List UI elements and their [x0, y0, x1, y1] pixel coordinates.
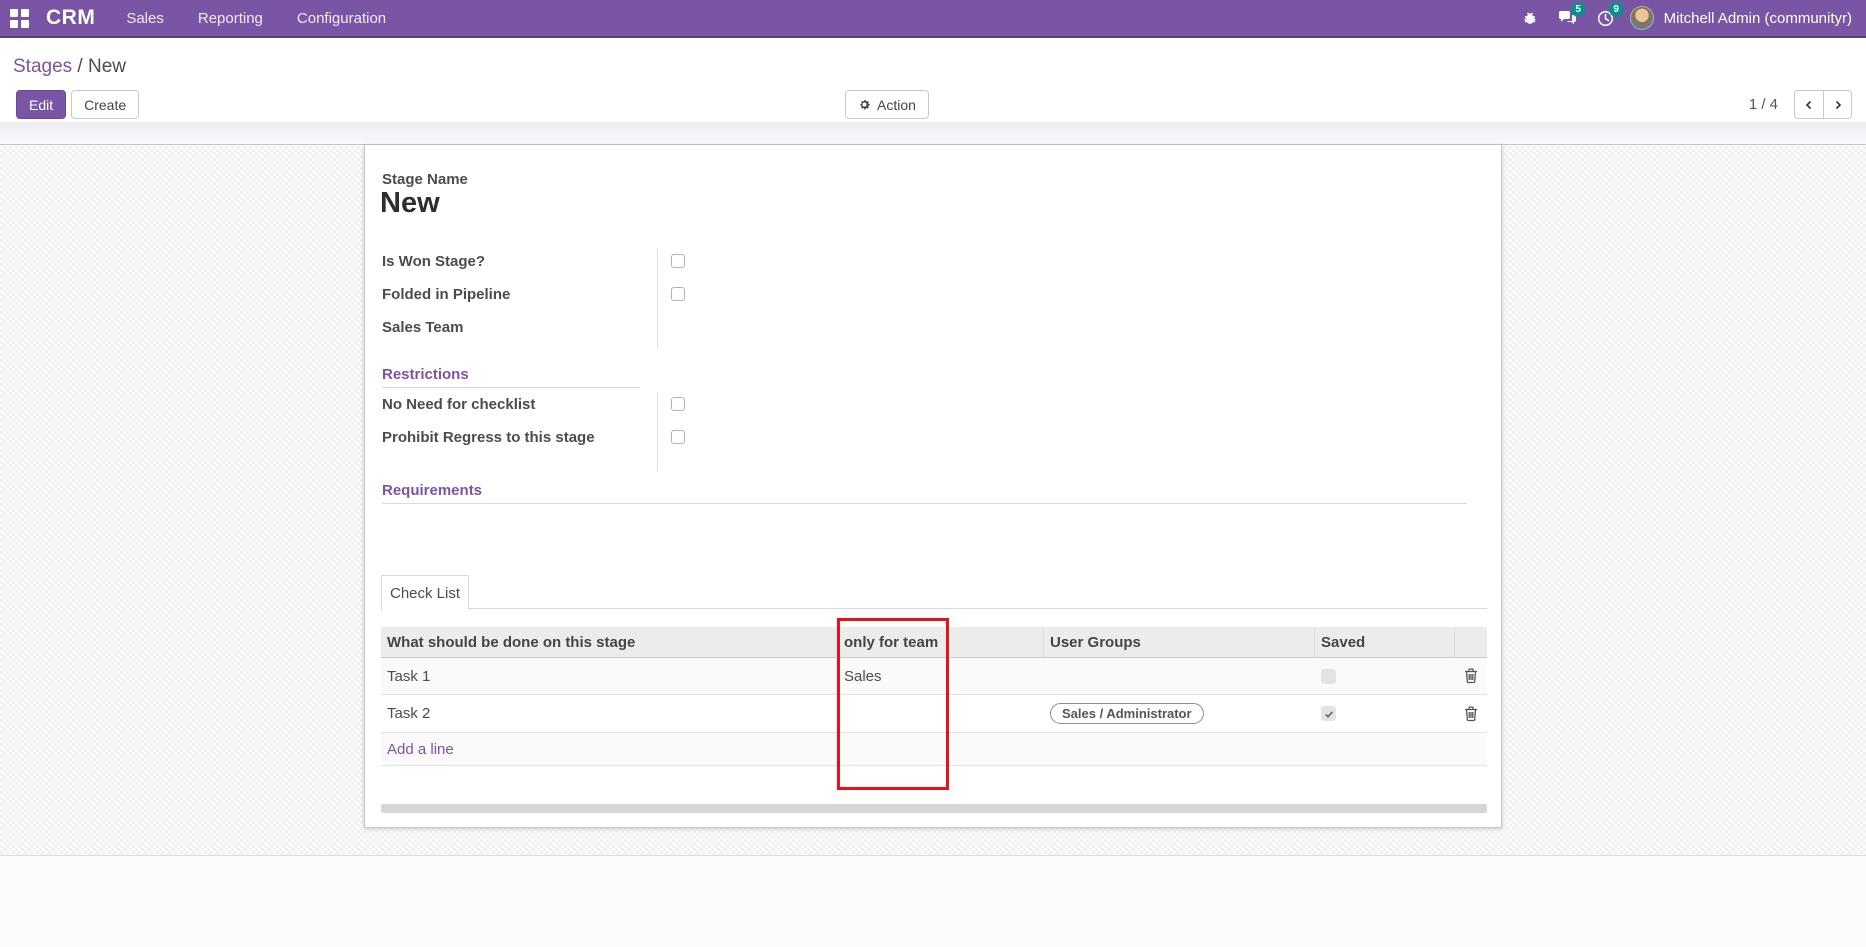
pager-next-button[interactable] [1823, 90, 1852, 119]
tab-check-list[interactable]: Check List [381, 575, 469, 610]
chevron-right-icon [1835, 100, 1841, 109]
add-a-line-link[interactable]: Add a line [387, 741, 454, 758]
cell-user-groups[interactable]: Sales / Administrator [1044, 703, 1315, 724]
trash-icon [1465, 668, 1477, 684]
user-group-badge: Sales / Administrator [1050, 703, 1204, 724]
pager-previous-button[interactable] [1794, 90, 1823, 119]
screen: CRM Sales Reporting Configuration 5 9 Mi… [0, 0, 1866, 947]
table-row[interactable]: Task 1 Sales [381, 658, 1487, 695]
no-checklist-checkbox[interactable] [671, 397, 685, 411]
breadcrumb-stages-link[interactable]: Stages [13, 56, 72, 77]
chevron-left-icon [1805, 100, 1812, 109]
header-actions [1455, 627, 1487, 657]
form-sheet: Stage Name New Is Won Stage? Folded in P… [364, 145, 1502, 828]
notebook-border [381, 608, 1487, 609]
saved-checkbox[interactable] [1321, 668, 1336, 684]
sales-team-label: Sales Team [382, 319, 464, 336]
prohibit-regress-checkbox[interactable] [671, 430, 685, 444]
cell-task[interactable]: Task 2 [381, 705, 838, 722]
table-row[interactable]: Task 2 Sales / Administrator [381, 695, 1487, 733]
header-only-for-team[interactable]: only for team [838, 627, 1044, 657]
apps-menu-button[interactable] [0, 0, 38, 37]
table-header-row: What should be done on this stage only f… [381, 627, 1487, 658]
checklist-table: What should be done on this stage only f… [381, 627, 1487, 766]
debug-bug-icon[interactable] [1516, 4, 1544, 32]
delete-row-button[interactable] [1462, 666, 1480, 686]
user-name[interactable]: Mitchell Admin (communityr) [1664, 10, 1852, 27]
requirements-title: Requirements [382, 482, 483, 499]
menu-item-reporting[interactable]: Reporting [181, 0, 280, 36]
activities-badge: 9 [1608, 2, 1624, 17]
header-saved[interactable]: Saved [1315, 627, 1455, 657]
messages-icon[interactable]: 5 [1554, 2, 1586, 32]
action-button[interactable]: Action [845, 90, 929, 119]
field-separator-line-2 [657, 392, 658, 471]
pager-value: 1 / 4 [1748, 96, 1778, 113]
trash-icon [1465, 705, 1477, 721]
activities-clock-icon[interactable]: 9 [1592, 2, 1624, 32]
control-buttons-left: Edit Create [16, 90, 140, 119]
cell-team[interactable]: Sales [838, 668, 1044, 685]
folded-checkbox[interactable] [671, 287, 685, 301]
check-icon [1324, 710, 1333, 718]
requirements-underline [382, 503, 1467, 504]
restrictions-title: Restrictions [382, 366, 469, 383]
cell-task[interactable]: Task 1 [381, 668, 838, 685]
control-buttons-center: Action [845, 90, 929, 119]
app-title[interactable]: CRM [46, 6, 95, 30]
cell-actions [1455, 666, 1487, 686]
saved-checkbox-checked[interactable] [1321, 706, 1336, 721]
gear-icon [860, 100, 870, 110]
cell-saved[interactable] [1315, 668, 1455, 684]
status-strip [0, 122, 1866, 145]
content-divider [0, 855, 1866, 856]
edit-button[interactable]: Edit [16, 90, 67, 119]
action-button-label: Action [877, 96, 916, 113]
header-task[interactable]: What should be done on this stage [381, 627, 838, 657]
restrictions-underline [382, 387, 640, 388]
control-panel: Stages / New Edit Create Action 1 / 4 [0, 40, 1866, 122]
breadcrumb-separator: / [72, 56, 88, 77]
no-checklist-label: No Need for checklist [382, 396, 536, 413]
field-separator-line-1 [657, 249, 658, 348]
add-line-row: Add a line [381, 733, 1487, 766]
main-menu: Sales Reporting Configuration [109, 0, 403, 36]
table-horizontal-scrollbar[interactable] [381, 804, 1487, 813]
content-footer-area [0, 856, 1866, 947]
is-won-checkbox[interactable] [671, 254, 685, 268]
cell-saved[interactable] [1315, 706, 1455, 721]
breadcrumb-current: New [88, 56, 127, 77]
menu-item-configuration[interactable]: Configuration [280, 0, 403, 36]
pager: 1 / 4 [1749, 90, 1852, 119]
menu-item-sales[interactable]: Sales [109, 0, 181, 36]
stage-name-label: Stage Name [382, 171, 468, 188]
cell-actions [1455, 704, 1487, 724]
breadcrumb: Stages / New [13, 56, 126, 78]
is-won-label: Is Won Stage? [382, 253, 486, 270]
apps-grid-icon [9, 8, 29, 28]
user-avatar[interactable] [1629, 6, 1654, 30]
delete-row-button[interactable] [1462, 704, 1480, 724]
create-button[interactable]: Create [71, 90, 140, 119]
messages-badge: 5 [1570, 2, 1586, 17]
top-navbar: CRM Sales Reporting Configuration 5 9 Mi… [0, 0, 1866, 38]
prohibit-regress-label: Prohibit Regress to this stage [382, 429, 595, 446]
header-user-groups[interactable]: User Groups [1044, 627, 1315, 657]
stage-name-value: New [380, 187, 440, 219]
navbar-right: 5 9 Mitchell Admin (communityr) [1516, 2, 1866, 32]
pager-buttons [1794, 90, 1852, 119]
folded-label: Folded in Pipeline [382, 286, 511, 303]
